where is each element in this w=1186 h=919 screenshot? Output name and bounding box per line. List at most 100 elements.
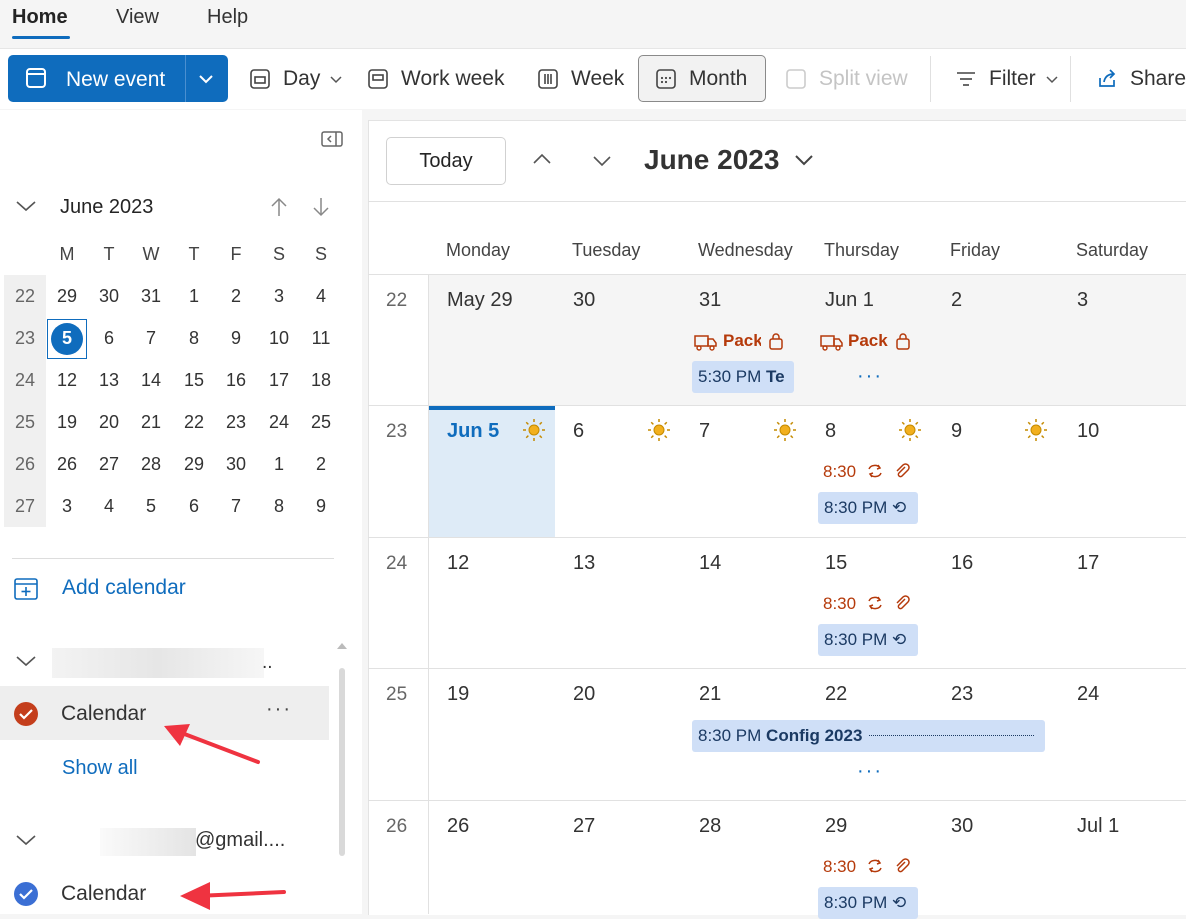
add-calendar-link[interactable]: Add calendar	[62, 576, 186, 600]
mini-calendar-day[interactable]: 13	[88, 370, 130, 391]
mini-calendar-day[interactable]: 1	[258, 454, 300, 475]
day-cell-date[interactable]: 16	[951, 552, 973, 575]
arrow-up-icon[interactable]	[269, 196, 289, 218]
day-cell-date[interactable]: 12	[447, 552, 469, 575]
day-cell-date[interactable]: Jun 5	[447, 420, 499, 443]
calendar-item-label[interactable]: Calendar	[61, 882, 146, 906]
mini-calendar-day[interactable]: 3	[46, 496, 88, 517]
day-cell-date[interactable]: 23	[951, 683, 973, 706]
more-events-icon[interactable]: ···	[857, 760, 883, 783]
day-cell-date[interactable]: 30	[951, 815, 973, 838]
event-pack[interactable]: Pack	[723, 331, 761, 351]
day-cell-date[interactable]: 29	[825, 815, 847, 838]
day-cell-date[interactable]: 14	[699, 552, 721, 575]
day-cell-date[interactable]: 13	[573, 552, 595, 575]
event-recurring[interactable]: 8:30 PM ⟲	[818, 887, 918, 919]
mini-calendar-day[interactable]: 25	[300, 412, 342, 433]
day-cell-date[interactable]: 9	[951, 420, 962, 443]
mini-calendar-day[interactable]: 30	[215, 454, 257, 475]
new-event-button[interactable]: New event	[8, 55, 228, 102]
day-cell-date[interactable]: May 29	[447, 289, 513, 312]
mini-calendar-day[interactable]: 22	[173, 412, 215, 433]
mini-calendar-day[interactable]: 23	[215, 412, 257, 433]
mini-calendar-day[interactable]: 19	[46, 412, 88, 433]
day-cell-date[interactable]: 17	[1077, 552, 1099, 575]
day-cell-date[interactable]: 20	[573, 683, 595, 706]
day-cell-date[interactable]: 22	[825, 683, 847, 706]
mini-calendar-day[interactable]: 18	[300, 370, 342, 391]
mini-calendar-day[interactable]: 17	[258, 370, 300, 391]
day-cell-date[interactable]: 19	[447, 683, 469, 706]
chevron-down-icon[interactable]	[591, 154, 613, 168]
mini-calendar-day[interactable]: 30	[88, 286, 130, 307]
work-week-view-button[interactable]: Work week	[367, 55, 504, 102]
day-cell-date[interactable]: Jun 1	[825, 289, 874, 312]
day-cell-date[interactable]: 10	[1077, 420, 1099, 443]
check-circle-icon[interactable]	[13, 881, 39, 907]
mini-calendar-day[interactable]: 2	[300, 454, 342, 475]
event-pack[interactable]: Pack	[848, 331, 888, 351]
event-time[interactable]: 8:30	[823, 594, 856, 614]
day-cell-date[interactable]: 21	[699, 683, 721, 706]
chevron-down-icon[interactable]	[15, 654, 37, 668]
chevron-down-icon[interactable]	[198, 72, 214, 86]
day-cell-date[interactable]: 31	[699, 289, 721, 312]
collapse-pane-icon[interactable]	[321, 130, 343, 148]
mini-calendar-day[interactable]: 15	[173, 370, 215, 391]
scroll-up-icon[interactable]	[336, 642, 348, 650]
mini-calendar-day[interactable]: 2	[215, 286, 257, 307]
mini-calendar-day[interactable]: 6	[88, 328, 130, 349]
day-cell-date[interactable]: 3	[1077, 289, 1088, 312]
mini-calendar-day[interactable]: 5	[46, 328, 88, 349]
mini-calendar-day[interactable]: 11	[300, 328, 342, 349]
check-circle-icon[interactable]	[13, 701, 39, 727]
chevron-down-icon[interactable]	[793, 153, 815, 167]
mini-calendar-day[interactable]: 28	[130, 454, 172, 475]
day-cell-date[interactable]: 27	[573, 815, 595, 838]
today-button[interactable]: Today	[386, 137, 506, 185]
mini-calendar-day[interactable]: 14	[130, 370, 172, 391]
mini-calendar-day[interactable]: 20	[88, 412, 130, 433]
tab-view[interactable]: View	[116, 6, 159, 29]
split-view-button[interactable]: Split view	[785, 55, 908, 102]
event-config-2023[interactable]: 8:30 PM Config 2023	[692, 720, 1045, 752]
more-events-icon[interactable]: ···	[857, 365, 883, 388]
event-time[interactable]: 8:30	[823, 462, 856, 482]
mini-calendar-day[interactable]: 29	[46, 286, 88, 307]
chevron-down-icon[interactable]	[15, 833, 37, 847]
month-view-button[interactable]: Month	[638, 55, 766, 102]
share-button[interactable]: Share	[1096, 55, 1186, 102]
mini-calendar-day[interactable]: 21	[130, 412, 172, 433]
mini-calendar-day[interactable]: 10	[258, 328, 300, 349]
mini-calendar-day[interactable]: 16	[215, 370, 257, 391]
mini-calendar-day[interactable]: 8	[258, 496, 300, 517]
day-cell-date[interactable]: 28	[699, 815, 721, 838]
mini-calendar-day[interactable]: 1	[173, 286, 215, 307]
day-cell-date[interactable]: 6	[573, 420, 584, 443]
mini-calendar-day[interactable]: 31	[130, 286, 172, 307]
scrollbar-thumb[interactable]	[339, 668, 345, 856]
filter-button[interactable]: Filter	[955, 55, 1070, 102]
day-cell-date[interactable]: 15	[825, 552, 847, 575]
mini-calendar-day[interactable]: 7	[130, 328, 172, 349]
mini-calendar-day[interactable]: 5	[130, 496, 172, 517]
mini-calendar-day[interactable]: 4	[300, 286, 342, 307]
mini-calendar-day[interactable]: 9	[300, 496, 342, 517]
show-all-link[interactable]: Show all	[62, 757, 138, 780]
week-view-button[interactable]: Week	[537, 55, 624, 102]
tab-help[interactable]: Help	[207, 6, 248, 29]
mini-calendar-day[interactable]: 3	[258, 286, 300, 307]
day-cell-date[interactable]: 2	[951, 289, 962, 312]
day-cell-date[interactable]: 8	[825, 420, 836, 443]
event-recurring[interactable]: 8:30 PM ⟲	[818, 624, 918, 656]
day-cell-date[interactable]: 7	[699, 420, 710, 443]
event-time[interactable]: 8:30	[823, 857, 856, 877]
mini-calendar-day[interactable]: 8	[173, 328, 215, 349]
mini-calendar-day[interactable]: 9	[215, 328, 257, 349]
day-cell-date[interactable]: 26	[447, 815, 469, 838]
tab-home[interactable]: Home	[12, 6, 68, 29]
event-recurring[interactable]: 8:30 PM ⟲	[818, 492, 918, 524]
month-title[interactable]: June 2023	[644, 144, 779, 176]
day-cell-date[interactable]: 24	[1077, 683, 1099, 706]
mini-calendar-day[interactable]: 4	[88, 496, 130, 517]
